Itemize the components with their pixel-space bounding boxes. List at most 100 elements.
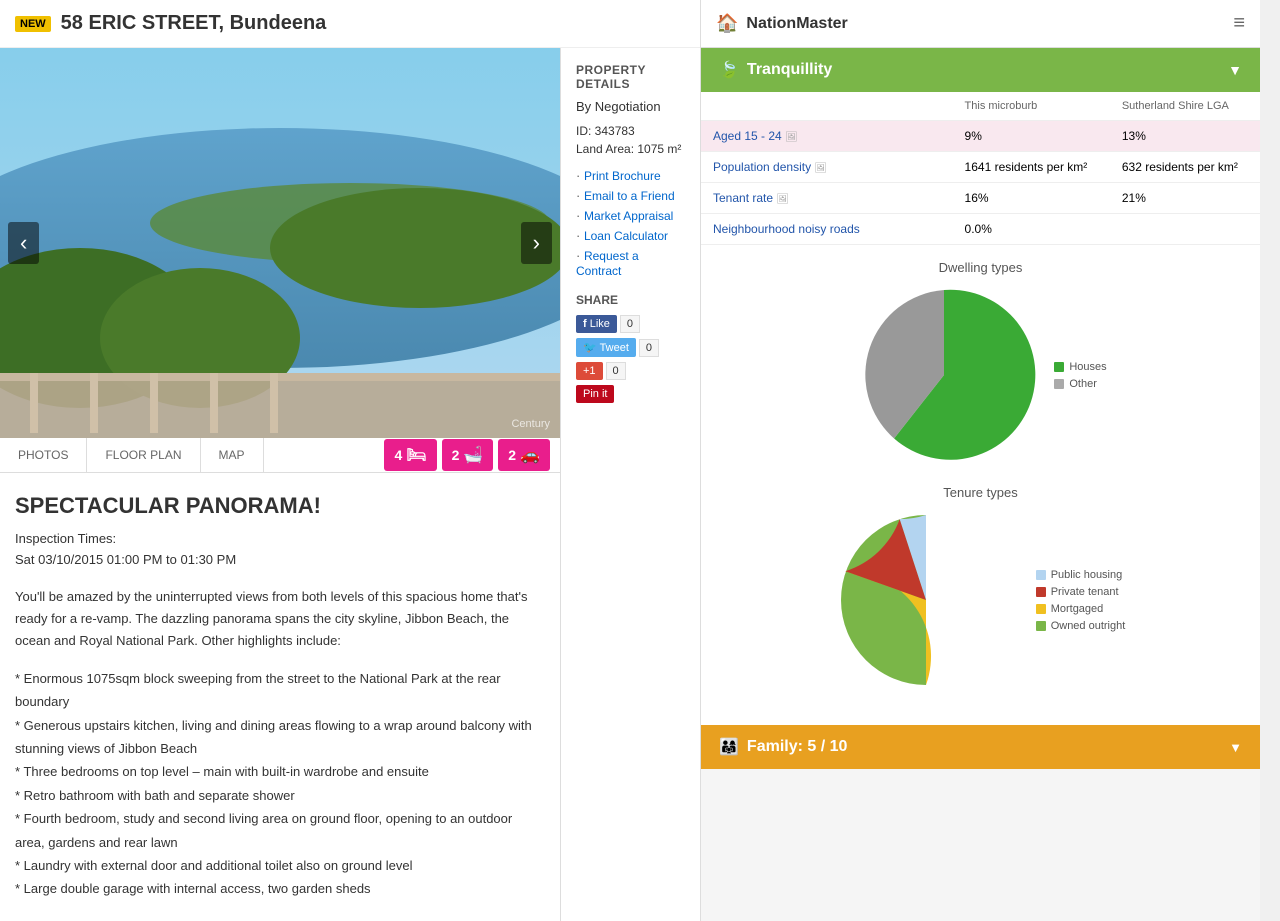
lga-value: 632 residents per km² [1110, 152, 1260, 183]
family-icon: 👨‍👩‍👧 [719, 737, 739, 757]
property-link[interactable]: Market Appraisal [584, 209, 673, 223]
property-image [0, 48, 560, 438]
metric-link[interactable]: Population density [713, 160, 811, 174]
microburb-value: 9% [953, 121, 1110, 152]
list-item: Generous upstairs kitchen, living and di… [15, 714, 545, 761]
cars-count: 2 🚗 [498, 439, 550, 471]
share-title: SHARE [576, 293, 685, 307]
property-title: 58 ERIC STREET, Bundeena [61, 12, 327, 35]
lga-value: 21% [1110, 183, 1260, 214]
col-lga: Sutherland Shire LGA [1110, 92, 1260, 121]
next-image-button[interactable]: › [521, 222, 552, 264]
list-item: Retro bathroom with bath and separate sh… [15, 784, 545, 807]
facebook-count: 0 [620, 315, 640, 333]
legend-item: Houses [1054, 361, 1106, 373]
pinterest-icon[interactable]: Pin it [576, 385, 614, 403]
family-title: 👨‍👩‍👧 Family: 5 / 10 [719, 737, 847, 757]
leaf-icon: 🍃 [719, 60, 739, 80]
nm-menu-icon[interactable]: ≡ [1233, 12, 1245, 35]
tab-photos[interactable]: PHOTOS [0, 438, 87, 472]
legend-item: Owned outright [1036, 620, 1126, 632]
family-chevron-icon: ▼ [1229, 740, 1242, 755]
bed-icon: 🛏 [406, 445, 426, 465]
tenure-chart-title: Tenure types [716, 485, 1245, 500]
facebook-icon[interactable]: f Like [576, 315, 617, 333]
col-metric [701, 92, 953, 121]
property-details-sidebar: PROPERTY DETAILS By Negotiation ID: 3437… [560, 48, 700, 921]
table-row: Tenant rate 🖼16%21% [701, 183, 1260, 214]
tenure-pie-chart [836, 510, 1016, 690]
tab-floorplan[interactable]: FLOOR PLAN [87, 438, 200, 472]
property-features: Enormous 1075sqm block sweeping from the… [15, 667, 545, 901]
tranquility-title: 🍃 Tranquillity [719, 60, 832, 80]
microburb-value: 1641 residents per km² [953, 152, 1110, 183]
twitter-icon[interactable]: 🐦 Tweet [576, 338, 636, 357]
property-body: SPECTACULAR PANORAMA! Inspection Times: … [0, 473, 560, 921]
charts-container: Dwelling types HousesOther Tenure types [701, 245, 1260, 725]
table-row: Population density 🖼 1641 residents per k… [701, 152, 1260, 183]
googleplus-share[interactable]: +1 0 [576, 362, 685, 380]
inspection-times: Inspection Times: Sat 03/10/2015 01:00 P… [15, 529, 545, 571]
land-area: Land Area: 1075 m² [576, 142, 685, 156]
tenure-chart-area: Public housingPrivate tenantMortgagedOwn… [716, 510, 1245, 690]
nm-logo-icon: 🏠 [716, 13, 738, 34]
view-tabs: PHOTOS FLOOR PLAN MAP 4 🛏 2 🛁 2 🚗 [0, 438, 560, 473]
list-item: Three bedrooms on top level – main with … [15, 760, 545, 783]
twitter-share[interactable]: 🐦 Tweet 0 [576, 338, 685, 357]
nationmaster-panel: 🏠 NationMaster ≡ 🍃 Tranquillity ▼ This m… [700, 0, 1260, 921]
lga-value: 13% [1110, 121, 1260, 152]
twitter-count: 0 [639, 339, 659, 357]
dwelling-chart-title: Dwelling types [716, 260, 1245, 275]
legend-item: Mortgaged [1036, 603, 1126, 615]
googleplus-count: 0 [606, 362, 626, 380]
prev-image-button[interactable]: ‹ [8, 222, 39, 264]
beds-count: 4 🛏 [384, 439, 436, 471]
table-row: Aged 15 - 24 🖼 9%13% [701, 121, 1260, 152]
tenure-chart-section: Tenure types [716, 485, 1245, 690]
property-links: Print Brochure Email to a Friend Market Ap… [576, 168, 685, 278]
stats-table: This microburb Sutherland Shire LGA Aged… [701, 92, 1260, 245]
list-item: Large double garage with internal access… [15, 877, 545, 900]
car-icon: 🚗 [520, 445, 540, 465]
new-badge: NEW [15, 16, 51, 32]
nm-logo: 🏠 NationMaster [716, 13, 848, 34]
metric-link[interactable]: Tenant rate [713, 191, 773, 205]
property-link[interactable]: Email to a Friend [584, 189, 675, 203]
dwelling-chart-area: HousesOther [716, 285, 1245, 465]
baths-count: 2 🛁 [442, 439, 494, 471]
price-label: By Negotiation [576, 99, 685, 114]
microburb-value: 16% [953, 183, 1110, 214]
tranquility-section-header[interactable]: 🍃 Tranquillity ▼ [701, 48, 1260, 92]
list-item: Fourth bedroom, study and second living … [15, 807, 545, 854]
dwelling-pie-chart [854, 285, 1034, 465]
microburb-value: 0.0% [953, 214, 1110, 245]
col-microburb: This microburb [953, 92, 1110, 121]
metric-link[interactable]: Aged 15 - 24 [713, 129, 782, 143]
metric-link[interactable]: Neighbourhood noisy roads [713, 222, 860, 236]
bath-icon: 🛁 [463, 445, 483, 465]
info-icon: 🖼 [785, 132, 798, 143]
tab-map[interactable]: MAP [201, 438, 264, 472]
facebook-share[interactable]: f Like 0 [576, 315, 685, 333]
list-item: Enormous 1075sqm block sweeping from the… [15, 667, 545, 714]
pinterest-share[interactable]: Pin it [576, 385, 685, 403]
property-id: ID: 343783 [576, 124, 685, 138]
property-link[interactable]: Request a Contract [576, 249, 639, 278]
legend-item: Private tenant [1036, 586, 1126, 598]
listing-headline: SPECTACULAR PANORAMA! [15, 493, 545, 519]
dwelling-chart-section: Dwelling types HousesOther [716, 260, 1245, 465]
property-image-container: ‹ › Century [0, 48, 560, 438]
property-link[interactable]: Loan Calculator [584, 229, 668, 243]
table-row: Neighbourhood noisy roads 0.0% [701, 214, 1260, 245]
list-item: Laundry with external door and additiona… [15, 854, 545, 877]
property-details-label: PROPERTY DETAILS [576, 63, 685, 91]
lga-value [1110, 214, 1260, 245]
family-section-header[interactable]: 👨‍👩‍👧 Family: 5 / 10 ▼ [701, 725, 1260, 769]
googleplus-icon[interactable]: +1 [576, 362, 603, 380]
image-credit: Century [511, 418, 550, 430]
info-icon: 🖼 [814, 163, 827, 174]
tenure-legend: Public housingPrivate tenantMortgagedOwn… [1036, 569, 1126, 632]
nm-header: 🏠 NationMaster ≡ [701, 0, 1260, 48]
property-description: You'll be amazed by the uninterrupted vi… [15, 586, 545, 652]
property-link[interactable]: Print Brochure [584, 169, 661, 183]
